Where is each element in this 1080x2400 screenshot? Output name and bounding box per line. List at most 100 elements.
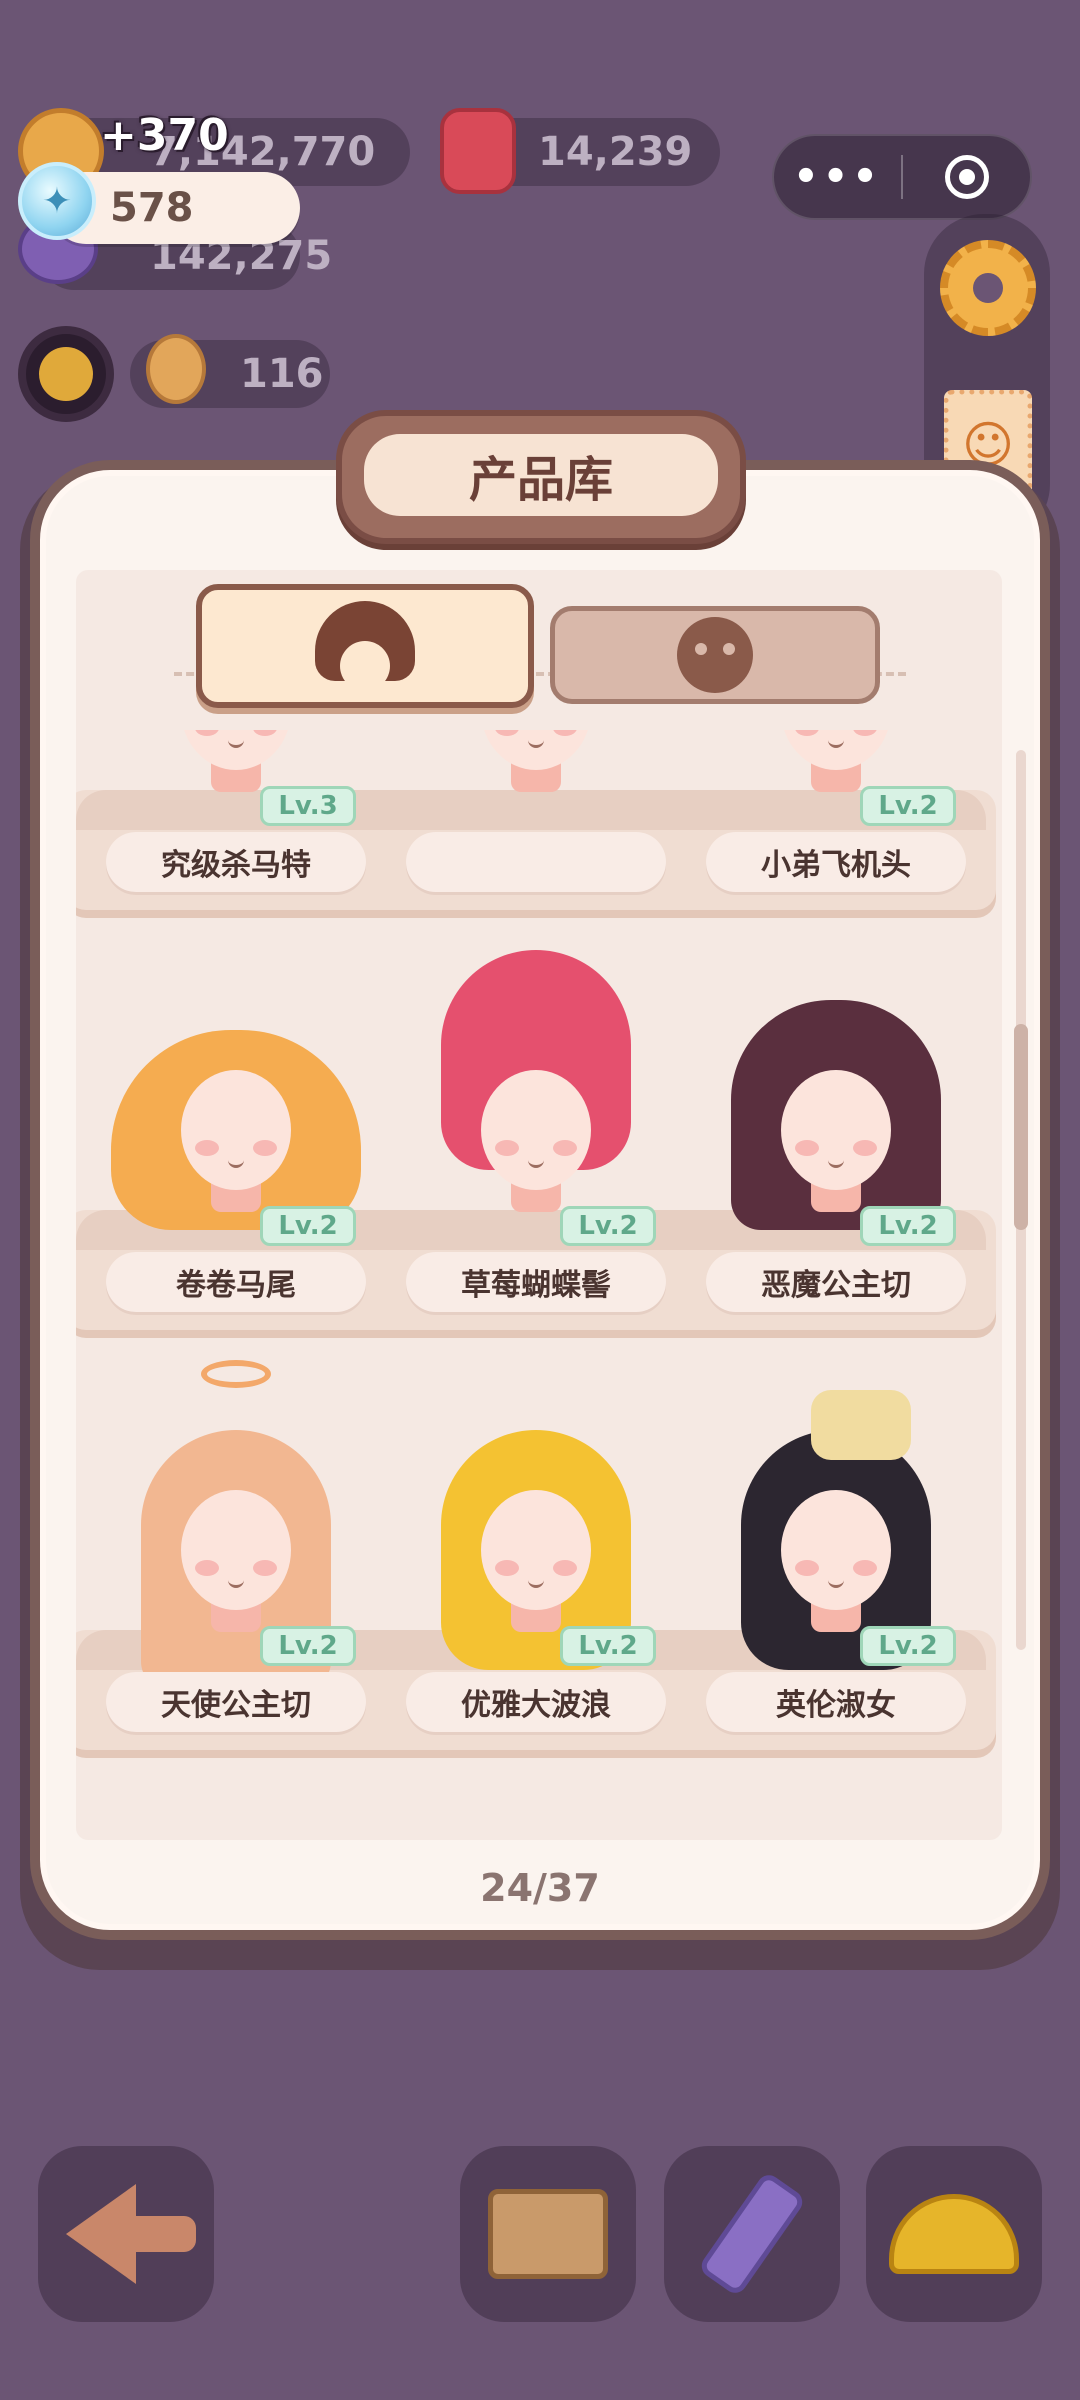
mannequin-head [181, 730, 291, 792]
product-name-plate: 卷卷马尾 [106, 1252, 366, 1312]
mannequin-face [781, 1490, 891, 1610]
mannequin-head [781, 730, 891, 792]
title-plaque: 产品库 [336, 410, 746, 544]
cookie-icon [146, 334, 206, 404]
product-name: 卷卷马尾 [176, 1268, 296, 1303]
cheek-right [553, 1560, 577, 1576]
mannequin-face [781, 1070, 891, 1190]
energy-value: 578 [110, 185, 194, 231]
mannequin-head [111, 1030, 361, 1230]
product-item[interactable] [386, 730, 676, 910]
mannequin-face [481, 730, 591, 770]
product-name-plate [406, 832, 666, 892]
lightbulb-icon: ✦ [18, 162, 96, 240]
tab-face[interactable] [550, 606, 880, 704]
mannequin-face [481, 1070, 591, 1190]
cheek-right [853, 1560, 877, 1576]
berry-value: 14,239 [538, 129, 693, 175]
panel-title: 产品库 [364, 434, 718, 516]
product-name: 英伦淑女 [776, 1688, 896, 1723]
hard-hat-icon [889, 2194, 1019, 2274]
hair-icon [310, 601, 420, 691]
mannequin-head [441, 950, 631, 1212]
close-miniprogram-button[interactable] [903, 136, 1030, 218]
product-item[interactable]: Lv.2 草莓蝴蝶髻 [386, 950, 676, 1330]
product-item[interactable]: Lv.2 卷卷马尾 [86, 1030, 376, 1330]
mannequin-face [781, 730, 891, 770]
mannequin-head [441, 1430, 631, 1670]
back-arrow-shaft [136, 2216, 196, 2252]
storage-box-icon [488, 2189, 608, 2279]
halo-icon [201, 1360, 271, 1388]
product-name-plate: 天使公主切 [106, 1672, 366, 1732]
mannequin-head [731, 1000, 941, 1230]
product-item[interactable]: Lv.2 英伦淑女 [686, 1390, 976, 1750]
level-badge: Lv.2 [560, 1206, 656, 1246]
mannequin-head [741, 1390, 931, 1670]
shelf-row: Lv.3 究级杀马特 Lv.2 小弟飞机头 [76, 730, 1002, 910]
mannequin-face [181, 1070, 291, 1190]
craft-button[interactable] [664, 2146, 840, 2322]
level-badge: Lv.2 [560, 1626, 656, 1666]
product-name-plate: 优雅大波浪 [406, 1672, 666, 1732]
product-name-plate: 小弟飞机头 [706, 832, 966, 892]
cheek-right [253, 1140, 277, 1156]
mannequin-face [181, 1490, 291, 1610]
cheek-right [853, 1140, 877, 1156]
product-name: 究级杀马特 [161, 848, 311, 883]
product-item[interactable]: Lv.2 小弟飞机头 [686, 730, 976, 910]
product-grid: Lv.3 究级杀马特 Lv.2 小弟飞机头 Lv.2 卷卷马尾 Lv.2 草莓蝴… [76, 730, 1002, 1836]
cheek-left [495, 1560, 519, 1576]
build-button[interactable] [866, 2146, 1042, 2322]
product-name: 恶魔公主切 [761, 1268, 911, 1303]
more-menu-button[interactable]: ••• [774, 136, 901, 218]
shelf-row: Lv.2 卷卷马尾 Lv.2 草莓蝴蝶髻 Lv.2 恶魔公主切 [76, 950, 1002, 1330]
level-badge: Lv.3 [260, 786, 356, 826]
product-name: 草莓蝴蝶髻 [461, 1268, 611, 1303]
product-name-plate: 究级杀马特 [106, 832, 366, 892]
face-icon [677, 617, 753, 693]
product-name: 优雅大波浪 [461, 1688, 611, 1723]
mannequin-face [181, 730, 291, 770]
target-icon [944, 155, 989, 199]
cheek-left [495, 1140, 519, 1156]
cheek-left [795, 1560, 819, 1576]
shelf-row: Lv.2 天使公主切 Lv.2 优雅大波浪 Lv.2 英伦淑女 [76, 1360, 1002, 1750]
back-button[interactable] [38, 2146, 214, 2322]
scrollbar-thumb[interactable] [1014, 1024, 1028, 1230]
back-arrow-icon [66, 2184, 136, 2284]
storage-box-button[interactable] [460, 2146, 636, 2322]
level-badge: Lv.2 [260, 1206, 356, 1246]
product-name-plate: 草莓蝴蝶髻 [406, 1252, 666, 1312]
cookies-value: 116 [240, 351, 324, 397]
mannequin-head [141, 1360, 331, 1690]
mannequin-head [481, 730, 591, 792]
product-item[interactable]: Lv.2 优雅大波浪 [386, 1430, 676, 1750]
cheek-right [253, 1560, 277, 1576]
product-item[interactable]: Lv.2 恶魔公主切 [686, 1000, 976, 1330]
product-name: 小弟飞机头 [761, 848, 911, 883]
berry-icon [440, 108, 516, 194]
level-badge: Lv.2 [860, 786, 956, 826]
cheek-left [195, 1560, 219, 1576]
level-badge: Lv.2 [860, 1626, 956, 1666]
product-item[interactable]: Lv.2 天使公主切 [86, 1360, 376, 1750]
sun-icon[interactable] [18, 326, 114, 422]
product-name: 天使公主切 [161, 1688, 311, 1723]
level-badge: Lv.2 [860, 1206, 956, 1246]
page-counter: 24/37 [480, 1866, 600, 1910]
product-item[interactable]: Lv.3 究级杀马特 [86, 730, 376, 910]
cheek-left [195, 1140, 219, 1156]
product-name-plate: 恶魔公主切 [706, 1252, 966, 1312]
product-name-plate: 英伦淑女 [706, 1672, 966, 1732]
cheek-left [795, 1140, 819, 1156]
mannequin-face [481, 1490, 591, 1610]
pencil-ruler-icon [697, 2170, 807, 2298]
more-dots-icon: ••• [793, 154, 882, 200]
gear-icon[interactable] [940, 240, 1036, 336]
float-gain-text: +370 [100, 110, 229, 161]
tab-hair[interactable] [196, 584, 534, 708]
cheek-right [553, 1140, 577, 1156]
veil-hat-icon [811, 1390, 911, 1460]
level-badge: Lv.2 [260, 1626, 356, 1666]
